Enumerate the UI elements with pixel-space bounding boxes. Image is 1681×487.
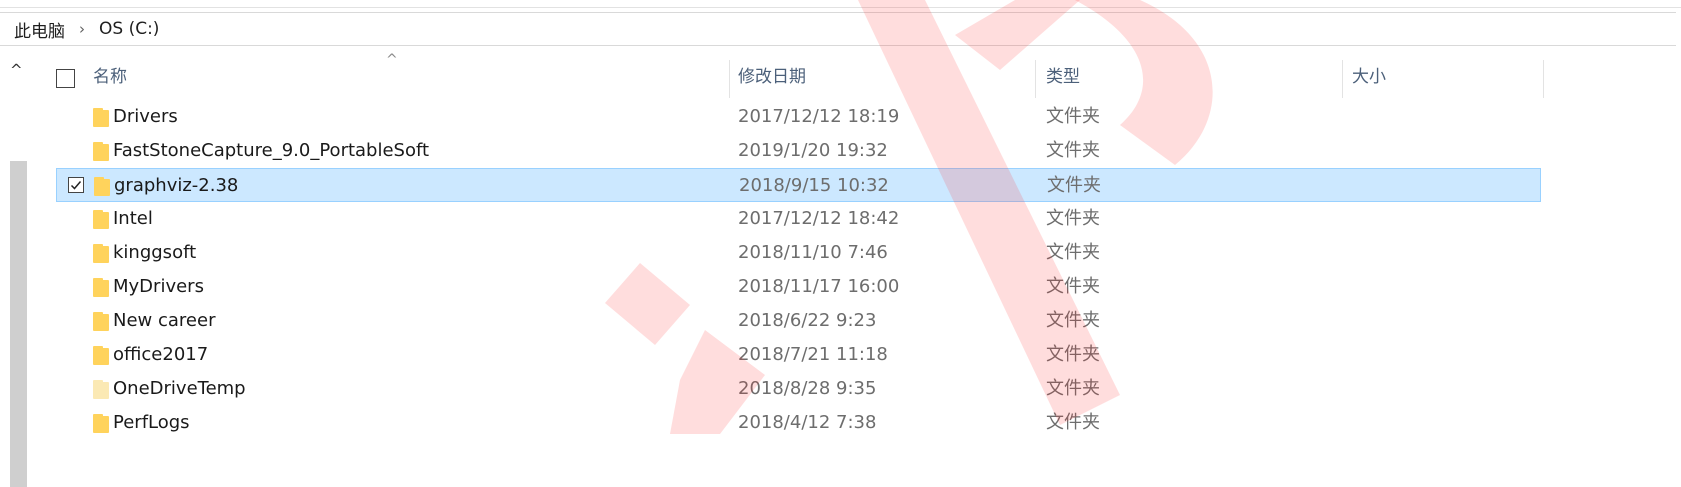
file-date: 2018/11/10 7:46	[738, 242, 888, 263]
file-type: 文件夹	[1046, 344, 1100, 365]
file-name[interactable]: MyDrivers	[113, 270, 204, 304]
file-date: 2018/11/17 16:00	[738, 276, 900, 297]
file-row[interactable]: graphviz-2.38 2018/9/15 10:32 文件夹	[56, 168, 1541, 202]
file-type: 文件夹	[1046, 276, 1100, 297]
folder-icon	[93, 142, 109, 161]
collapse-arrow-icon[interactable]: ^	[10, 61, 23, 79]
file-name[interactable]: Intel	[113, 202, 153, 236]
file-row[interactable]: New career 2018/6/22 9:23 文件夹	[56, 304, 1544, 338]
file-name[interactable]: OneDriveTemp	[113, 372, 246, 406]
file-name[interactable]: Drivers	[113, 100, 178, 134]
column-divider[interactable]	[1035, 60, 1036, 98]
file-type: 文件夹	[1046, 106, 1100, 127]
breadcrumb[interactable]: 此电脑 › OS (C:)	[0, 12, 1676, 46]
file-date: 2017/12/12 18:19	[738, 106, 900, 127]
file-row[interactable]: Intel 2017/12/12 18:42 文件夹	[56, 202, 1544, 236]
file-name[interactable]: PerfLogs	[113, 406, 190, 440]
file-row[interactable]: kinggsoft 2018/11/10 7:46 文件夹	[56, 236, 1544, 270]
navigation-pane: ^	[0, 53, 28, 487]
file-date: 2018/4/12 7:38	[738, 412, 877, 433]
file-type: 文件夹	[1047, 175, 1101, 196]
folder-icon	[94, 177, 110, 196]
header-size[interactable]: 大小	[1352, 60, 1386, 94]
title-bar-edge	[0, 0, 1681, 8]
file-name[interactable]: graphviz-2.38	[114, 169, 238, 203]
file-date: 2018/8/28 9:35	[738, 378, 877, 399]
file-type: 文件夹	[1046, 412, 1100, 433]
file-type: 文件夹	[1046, 140, 1100, 161]
column-divider[interactable]	[1543, 60, 1544, 98]
navigation-scrollbar[interactable]	[10, 161, 27, 487]
select-all-checkbox[interactable]	[56, 69, 75, 88]
file-row[interactable]: OneDriveTemp 2018/8/28 9:35 文件夹	[56, 372, 1544, 406]
file-type: 文件夹	[1046, 208, 1100, 229]
folder-icon	[93, 380, 109, 399]
folder-icon	[93, 346, 109, 365]
breadcrumb-root[interactable]: 此电脑	[14, 17, 65, 42]
file-type: 文件夹	[1046, 310, 1100, 331]
folder-icon	[93, 108, 109, 127]
folder-icon	[93, 210, 109, 229]
file-row[interactable]: FastStoneCapture_9.0_PortableSoft 2019/1/…	[56, 134, 1544, 168]
file-name[interactable]: FastStoneCapture_9.0_PortableSoft	[113, 134, 429, 168]
file-date: 2018/6/22 9:23	[738, 310, 877, 331]
file-row[interactable]: MyDrivers 2018/11/17 16:00 文件夹	[56, 270, 1544, 304]
file-name[interactable]: office2017	[113, 338, 208, 372]
folder-icon	[93, 414, 109, 433]
folder-icon	[93, 312, 109, 331]
file-name[interactable]: kinggsoft	[113, 236, 196, 270]
checkmark-icon	[70, 181, 82, 190]
file-date: 2018/9/15 10:32	[739, 175, 889, 196]
file-date: 2018/7/21 11:18	[738, 344, 888, 365]
column-divider[interactable]	[729, 60, 730, 98]
file-date: 2017/12/12 18:42	[738, 208, 900, 229]
column-divider[interactable]	[1342, 60, 1343, 98]
file-row[interactable]: Drivers 2017/12/12 18:19 文件夹	[56, 100, 1544, 134]
file-row[interactable]: office2017 2018/7/21 11:18 文件夹	[56, 338, 1544, 372]
header-date[interactable]: 修改日期	[738, 60, 806, 94]
file-date: 2019/1/20 19:32	[738, 140, 888, 161]
breadcrumb-chevron-icon[interactable]: ›	[79, 20, 85, 38]
header-type[interactable]: 类型	[1046, 60, 1080, 94]
breadcrumb-current[interactable]: OS (C:)	[99, 19, 159, 39]
folder-icon	[93, 244, 109, 263]
header-name[interactable]: 名称	[93, 60, 127, 94]
row-checkbox[interactable]	[68, 177, 84, 193]
file-row[interactable]: PerfLogs 2018/4/12 7:38 文件夹	[56, 406, 1544, 440]
folder-icon	[93, 278, 109, 297]
file-name[interactable]: New career	[113, 304, 215, 338]
column-header: 名称 修改日期 类型 大小	[56, 60, 1544, 98]
file-type: 文件夹	[1046, 242, 1100, 263]
file-type: 文件夹	[1046, 378, 1100, 399]
